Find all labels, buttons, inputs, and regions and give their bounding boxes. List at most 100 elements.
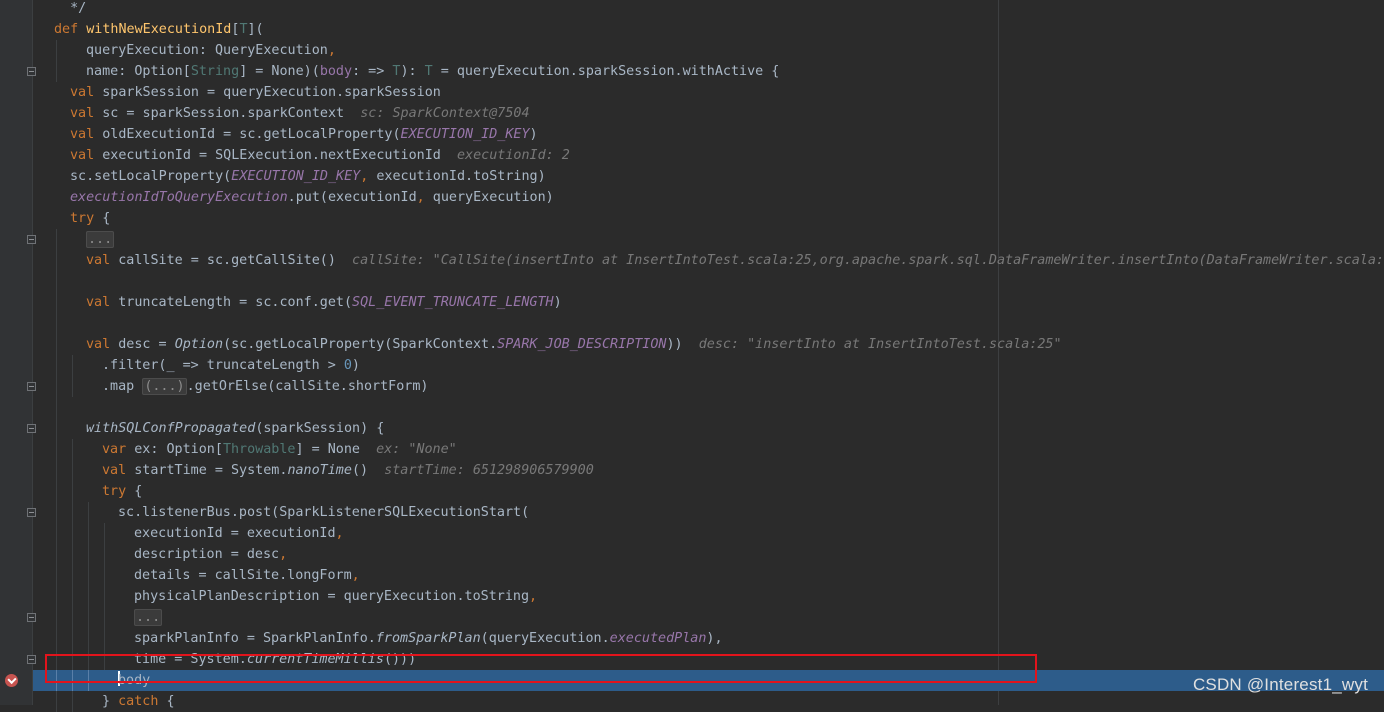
- folded-code-placeholder[interactable]: (...): [142, 378, 187, 395]
- indent-guide: [56, 460, 57, 481]
- code-token: val: [86, 295, 119, 310]
- folded-code-placeholder[interactable]: ...: [134, 609, 163, 626]
- code-token: description = desc: [134, 547, 280, 562]
- code-line[interactable]: withSQLConfPropagated(sparkSession) {: [33, 418, 1384, 439]
- code-line[interactable]: sparkPlanInfo = SparkPlanInfo.fromSparkP…: [33, 628, 1384, 649]
- code-token: = queryExecution.sparkSession.withActive…: [432, 64, 780, 79]
- code-line[interactable]: sc.listenerBus.post(SparkListenerSQLExec…: [33, 502, 1384, 523]
- code-line[interactable]: .map (...) .getOrElse(callSite.shortForm): [33, 376, 1384, 397]
- code-line[interactable]: description = desc,: [33, 544, 1384, 565]
- code-line[interactable]: ...: [33, 229, 1384, 250]
- indent-guide: [104, 649, 105, 670]
- code-token: ): [529, 127, 538, 142]
- code-text: ...: [86, 229, 115, 250]
- code-line[interactable]: def withNewExecutionId[T](: [33, 19, 1384, 40]
- code-text: val sparkSession = queryExecution.sparkS…: [70, 82, 441, 103]
- indent-guide: [88, 670, 89, 691]
- code-line[interactable]: body: [33, 670, 1384, 691]
- indent-guide: [72, 502, 73, 523]
- folded-code-placeholder[interactable]: ...: [86, 231, 115, 248]
- code-line[interactable]: name: Option[String] = None)(body: => T)…: [33, 61, 1384, 82]
- code-line[interactable]: [33, 397, 1384, 418]
- code-text: name: Option[String] = None)(body: => T)…: [86, 61, 779, 82]
- code-line[interactable]: .filter(_ => truncateLength > 0): [33, 355, 1384, 376]
- code-line[interactable]: val callSite = sc.getCallSite() callSite…: [33, 250, 1384, 271]
- code-token: val: [70, 127, 103, 142]
- code-line[interactable]: val startTime = System.nanoTime() startT…: [33, 460, 1384, 481]
- code-token: try: [70, 211, 103, 226]
- code-token: val: [70, 106, 103, 121]
- code-token: val: [70, 85, 103, 100]
- code-token: queryExecution): [432, 190, 554, 205]
- code-line[interactable]: queryExecution: QueryExecution,: [33, 40, 1384, 61]
- code-line[interactable]: time = System.currentTimeMillis())): [33, 649, 1384, 670]
- code-line[interactable]: try {: [33, 481, 1384, 502]
- code-token: sc.setLocalProperty(: [70, 169, 232, 184]
- code-line[interactable]: } catch {: [33, 691, 1384, 712]
- indent-guide: [56, 292, 57, 313]
- code-line[interactable]: val sc = sparkSession.sparkContext sc: S…: [33, 103, 1384, 124]
- code-editor[interactable]: */def withNewExecutionId[T](queryExecuti…: [33, 0, 1384, 712]
- code-text: queryExecution: QueryExecution,: [86, 40, 336, 61]
- code-line[interactable]: val sparkSession = queryExecution.sparkS…: [33, 82, 1384, 103]
- indent-guide: [104, 628, 105, 649]
- code-line[interactable]: val executionId = SQLExecution.nextExecu…: [33, 145, 1384, 166]
- code-token: Throwable: [222, 442, 296, 457]
- code-text: try {: [70, 208, 110, 229]
- code-token: executedPlan: [609, 631, 707, 646]
- code-token: name: Option[: [86, 64, 191, 79]
- indent-guide: [72, 544, 73, 565]
- code-line[interactable]: [33, 271, 1384, 292]
- code-token: (): [351, 463, 369, 478]
- indent-guide: [56, 355, 57, 376]
- code-line[interactable]: val oldExecutionId = sc.getLocalProperty…: [33, 124, 1384, 145]
- code-line[interactable]: [33, 313, 1384, 334]
- code-token: {: [134, 484, 143, 499]
- code-token: var: [102, 442, 135, 457]
- code-text: details = callSite.longForm,: [134, 565, 360, 586]
- code-token: 0: [343, 358, 352, 373]
- code-line[interactable]: */: [33, 0, 1384, 19]
- breakpoint-icon[interactable]: [5, 674, 18, 687]
- code-line[interactable]: executionIdToQueryExecution.put(executio…: [33, 187, 1384, 208]
- indent-guide: [72, 481, 73, 502]
- indent-guide: [56, 61, 57, 82]
- code-line[interactable]: ...: [33, 607, 1384, 628]
- indent-guide: [56, 376, 57, 397]
- indent-guide: [56, 481, 57, 502]
- code-line[interactable]: val truncateLength = sc.conf.get(SQL_EVE…: [33, 292, 1384, 313]
- code-text: */: [54, 0, 86, 19]
- editor-gutter[interactable]: [0, 0, 36, 705]
- code-text: .map (...) .getOrElse(callSite.shortForm): [102, 376, 428, 397]
- code-token: ,: [360, 169, 377, 184]
- code-line[interactable]: details = callSite.longForm,: [33, 565, 1384, 586]
- code-token: ),: [706, 631, 723, 646]
- code-line[interactable]: executionId = executionId,: [33, 523, 1384, 544]
- code-token: ] = None)(: [239, 64, 320, 79]
- code-token: queryExecution: QueryExecution: [86, 43, 328, 58]
- code-token: .filter(_ => truncateLength >: [102, 358, 344, 373]
- code-token: def: [54, 22, 87, 37]
- code-token: SQL_EVENT_TRUNCATE_LENGTH: [352, 295, 554, 310]
- code-line[interactable]: physicalPlanDescription = queryExecution…: [33, 586, 1384, 607]
- code-text: val startTime = System.nanoTime() startT…: [102, 460, 594, 481]
- code-token: catch: [118, 694, 167, 709]
- code-token: {: [102, 211, 111, 226]
- indent-guide: [56, 607, 57, 628]
- code-token: ):: [400, 64, 425, 79]
- inline-debug-value: ex: "None": [360, 442, 457, 457]
- code-token: ,: [416, 190, 433, 205]
- indent-guide: [56, 523, 57, 544]
- code-line[interactable]: var ex: Option[Throwable] = None ex: "No…: [33, 439, 1384, 460]
- code-text: description = desc,: [134, 544, 287, 565]
- code-line[interactable]: sc.setLocalProperty(EXECUTION_ID_KEY, ex…: [33, 166, 1384, 187]
- code-line[interactable]: val desc = Option(sc.getLocalProperty(Sp…: [33, 334, 1384, 355]
- code-token: executionId.toString): [376, 169, 546, 184]
- code-token: oldExecutionId = sc.getLocalProperty(: [102, 127, 401, 142]
- code-token: executionIdToQueryExecution: [70, 190, 288, 205]
- code-text: sparkPlanInfo = SparkPlanInfo.fromSparkP…: [134, 628, 723, 649]
- code-token: currentTimeMillis: [246, 652, 384, 667]
- code-token: )): [666, 337, 683, 352]
- code-line[interactable]: try {: [33, 208, 1384, 229]
- indent-guide: [56, 313, 57, 334]
